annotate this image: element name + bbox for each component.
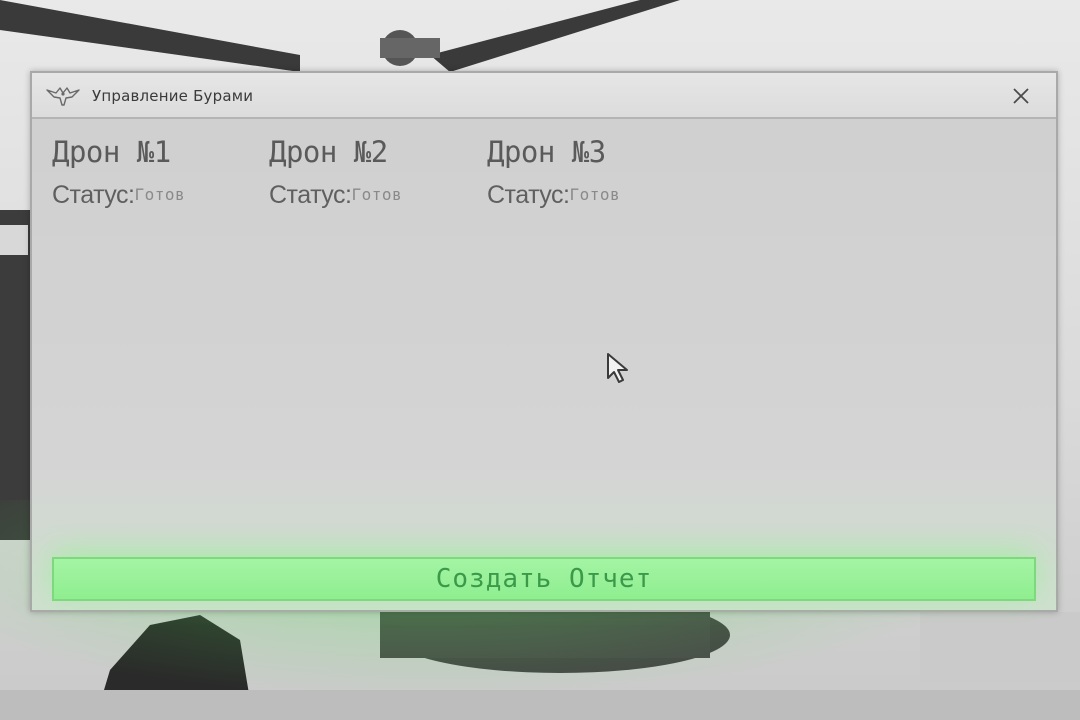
- close-icon: [1013, 88, 1029, 104]
- drone-control-window: Управление Бурами Дрон №1 Статус:Готов Д…: [30, 71, 1058, 612]
- status-label: Статус:: [52, 181, 135, 209]
- drone-name: Дрон №3: [487, 135, 606, 169]
- window-content: Дрон №1 Статус:Готов Дрон №2 Статус:Гото…: [32, 119, 1056, 610]
- title-bar[interactable]: Управление Бурами: [32, 73, 1056, 119]
- mouse-cursor-icon: [607, 353, 628, 383]
- close-button[interactable]: [1006, 81, 1036, 111]
- status-value: Готов: [569, 185, 621, 204]
- drone-status: Статус:Готов: [52, 181, 185, 210]
- eagle-icon: [46, 85, 80, 107]
- drone-status: Статус:Готов: [269, 181, 402, 210]
- drone-panel-3: Дрон №3 Статус:Готов: [487, 135, 620, 210]
- drone-panel-1: Дрон №1 Статус:Готов: [52, 135, 185, 210]
- status-label: Статус:: [487, 181, 570, 209]
- status-label: Статус:: [269, 181, 352, 209]
- window-title: Управление Бурами: [92, 87, 254, 105]
- status-value: Готов: [351, 185, 403, 204]
- drone-name: Дрон №2: [269, 135, 388, 169]
- drone-status: Статус:Готов: [487, 181, 620, 210]
- drone-panel-2: Дрон №2 Статус:Готов: [269, 135, 402, 210]
- drone-name: Дрон №1: [52, 135, 171, 169]
- create-report-button[interactable]: Создать Отчет: [52, 557, 1036, 601]
- status-value: Готов: [134, 185, 186, 204]
